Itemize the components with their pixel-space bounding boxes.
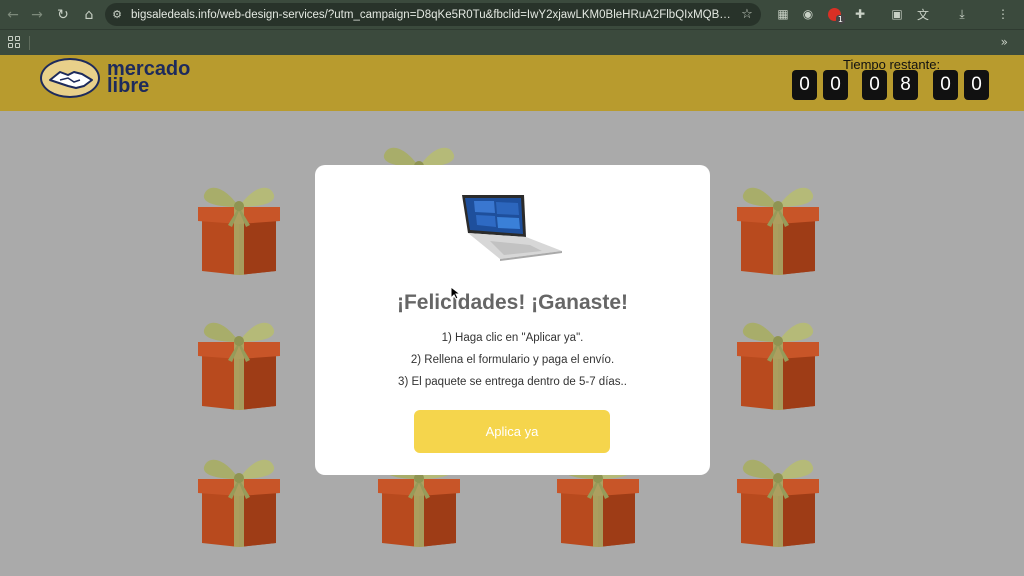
timer-digit: 0 xyxy=(862,70,887,100)
gift-box[interactable] xyxy=(194,447,284,547)
url-text[interactable]: bigsaledeals.info/web-design-services/?u… xyxy=(129,9,733,21)
home-button[interactable]: ⌂ xyxy=(76,0,102,29)
gift-box[interactable] xyxy=(733,175,823,275)
extension-globe-icon[interactable]: ◉ xyxy=(798,4,818,24)
logo-text: mercado libre xyxy=(107,59,190,97)
timer-digit: 0 xyxy=(792,70,817,100)
prize-modal: ¡Felicidades! ¡Ganaste! 1) Haga clic en … xyxy=(315,165,710,475)
apply-now-button[interactable]: Aplica ya xyxy=(414,410,610,453)
more-bookmarks-button[interactable]: » xyxy=(1001,35,1008,49)
timer-digit: 0 xyxy=(933,70,958,100)
timer-digit: 0 xyxy=(964,70,989,100)
laptop-image xyxy=(462,195,562,261)
gift-box[interactable] xyxy=(733,447,823,547)
bookmarks-bar: » xyxy=(0,29,1024,55)
extension-badge-icon[interactable]: 1 xyxy=(824,4,845,24)
arrow-left-icon: ← xyxy=(7,6,19,23)
bookmarks-divider xyxy=(29,36,30,50)
timer-digit: 8 xyxy=(893,70,918,100)
handshake-icon xyxy=(40,58,100,98)
instruction-step-1: 1) Haga clic en "Aplicar ya". xyxy=(441,332,584,344)
instruction-step-2: 2) Rellena el formulario y paga el envío… xyxy=(410,354,615,366)
extension-badge-count: 1 xyxy=(835,15,845,24)
screenshot-icon[interactable]: ▣ xyxy=(887,4,907,24)
apps-grid-icon[interactable] xyxy=(8,36,20,48)
gift-box[interactable] xyxy=(733,310,823,410)
logo-line-2: libre xyxy=(107,75,150,97)
browser-toolbar: ← → ↻ ⌂ ⚙ bigsaledeals.info/web-design-s… xyxy=(0,0,1024,29)
download-icon[interactable]: ⤓ xyxy=(952,4,972,24)
forward-button[interactable]: → xyxy=(24,0,50,29)
gift-box[interactable] xyxy=(194,175,284,275)
extension-calendar-icon[interactable]: ▦ xyxy=(773,4,793,24)
reload-icon: ↻ xyxy=(57,6,69,23)
instruction-step-3: 3) El paquete se entrega dentro de 5-7 d… xyxy=(398,376,627,388)
mercado-libre-logo[interactable]: mercado libre xyxy=(40,58,190,98)
translate-icon[interactable]: 文 xyxy=(913,4,933,24)
timer-label: Tiempo restante: xyxy=(843,57,941,72)
modal-title: ¡Felicidades! ¡Ganaste! xyxy=(396,291,629,314)
reload-button[interactable]: ↻ xyxy=(50,0,76,29)
back-button[interactable]: ← xyxy=(0,0,26,29)
gift-box[interactable] xyxy=(194,310,284,410)
mouse-cursor-icon xyxy=(450,286,460,300)
address-bar[interactable]: ⚙ bigsaledeals.info/web-design-services/… xyxy=(105,3,761,26)
site-header: mercado libre Tiempo restante: 0 0 0 8 0… xyxy=(0,55,1024,111)
extensions-puzzle-icon[interactable]: ✚ xyxy=(850,4,870,24)
home-icon: ⌂ xyxy=(84,6,94,23)
timer-digit: 0 xyxy=(823,70,848,100)
bookmark-star-icon[interactable]: ☆ xyxy=(733,7,761,22)
arrow-right-icon: → xyxy=(31,6,43,23)
site-info-icon[interactable]: ⚙ xyxy=(105,8,129,21)
menu-kebab-icon[interactable]: ⋮ xyxy=(993,4,1013,24)
